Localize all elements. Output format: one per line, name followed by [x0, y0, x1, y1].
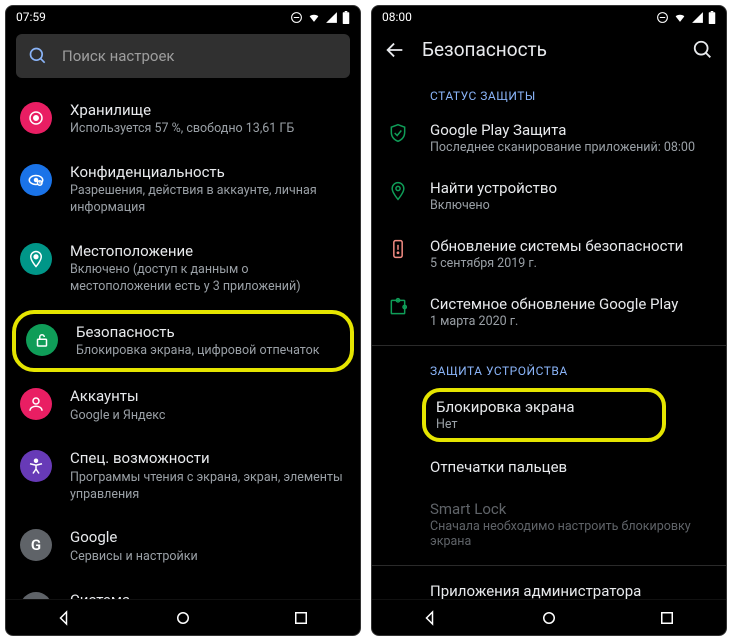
pin-icon — [20, 243, 52, 275]
battery-icon — [342, 11, 350, 24]
screen-header: Безопасность — [372, 28, 726, 75]
nav-back-icon[interactable] — [422, 609, 440, 627]
lock-icon — [26, 324, 58, 356]
settings-list[interactable]: Хранилище Используется 57 %, свободно 13… — [6, 88, 360, 599]
status-icons — [290, 11, 350, 24]
section-device: ЗАЩИТА УСТРОЙСТВА — [372, 350, 726, 384]
settings-row-6[interactable]: G Google Сервисы и настройки — [6, 515, 360, 577]
settings-row-3[interactable]: Безопасность Блокировка экрана, цифровой… — [26, 322, 342, 360]
disc-icon — [20, 102, 52, 134]
nav-home-icon[interactable] — [540, 609, 558, 627]
row-sub: 1 марта 2020 г. — [430, 314, 712, 329]
search-icon[interactable] — [692, 39, 714, 61]
row-screen-lock[interactable]: Блокировка экрана Нет — [436, 398, 652, 432]
clock: 07:59 — [16, 10, 46, 24]
highlight-security: Безопасность Блокировка экрана, цифровой… — [12, 310, 354, 372]
settings-row-7[interactable]: Система Языки, время, жесты, резервное к… — [6, 578, 360, 600]
row-title: Спец. возможности — [70, 448, 346, 468]
row-sub: Сервисы и настройки — [70, 549, 346, 566]
row-title: Местоположение — [70, 241, 346, 261]
nav-bar — [6, 599, 360, 635]
row-title: Отпечатки пальцев — [430, 458, 712, 476]
search-icon — [28, 46, 48, 66]
eye-icon — [20, 164, 52, 196]
row-sub: Сначала необходимо настроить блокировку … — [430, 519, 712, 549]
row-title: Хранилище — [70, 100, 346, 120]
dnd-icon — [290, 11, 303, 24]
pin-ok-icon — [388, 181, 408, 201]
row-title: Приложения администратора устройства — [430, 582, 712, 599]
row-sub: Разрешения, действия в аккаунте, личная … — [70, 183, 346, 217]
security-row-3[interactable]: Системное обновление Google Play 1 марта… — [372, 283, 726, 341]
nav-recent-icon[interactable] — [658, 609, 676, 627]
settings-row-2[interactable]: Местоположение Включено (доступ к данным… — [6, 229, 360, 308]
wifi-icon — [307, 11, 321, 24]
row-title: Системное обновление Google Play — [430, 295, 712, 313]
phone-warn-icon — [388, 239, 408, 259]
divider — [372, 345, 726, 346]
row-sub: Включено (доступ к данным о местоположен… — [70, 262, 346, 296]
row-title: Найти устройство — [430, 179, 712, 197]
row-device-admin[interactable]: Приложения администратора устройства — [372, 570, 726, 599]
nav-home-icon[interactable] — [174, 609, 192, 627]
row-title: Блокировка экрана — [436, 398, 652, 416]
row-sub: Программы чтения с экрана, экран, элемен… — [70, 470, 346, 504]
row-sub: 5 сентября 2019 г. — [430, 256, 712, 271]
search-placeholder: Поиск настроек — [62, 47, 175, 65]
row-title: Система — [70, 590, 346, 600]
row-smart-lock: Smart Lock Сначала необходимо настроить … — [372, 488, 726, 561]
info-icon — [20, 592, 52, 600]
nav-bar — [372, 599, 726, 635]
settings-row-1[interactable]: Конфиденциальность Разрешения, действия … — [6, 150, 360, 229]
page-title: Безопасность — [422, 38, 676, 61]
security-row-1[interactable]: Найти устройство Включено — [372, 167, 726, 225]
row-title: Smart Lock — [430, 500, 712, 518]
highlight-screen-lock: Блокировка экрана Нет — [422, 388, 666, 442]
search-settings[interactable]: Поиск настроек — [16, 34, 350, 78]
settings-row-5[interactable]: Спец. возможности Программы чтения с экр… — [6, 436, 360, 515]
row-title: Google — [70, 527, 346, 547]
status-icons — [656, 11, 716, 24]
signal-icon — [691, 11, 704, 24]
shield-ok-icon — [388, 123, 408, 143]
wifi-icon — [673, 11, 687, 24]
back-icon[interactable] — [384, 39, 406, 61]
clock: 08:00 — [382, 10, 412, 24]
puzzle-ok-icon — [388, 297, 408, 317]
row-title: Google Play Защита — [430, 121, 712, 139]
g-icon: G — [20, 529, 52, 561]
signal-icon — [325, 11, 338, 24]
dnd-icon — [656, 11, 669, 24]
row-sub: Блокировка экрана, цифровой отпечаток — [76, 343, 342, 360]
row-sub: Используется 57 %, свободно 13,61 ГБ — [70, 121, 346, 138]
status-bar: 07:59 — [6, 6, 360, 28]
section-status: СТАТУС ЗАЩИТЫ — [372, 75, 726, 109]
row-sub: Нет — [436, 417, 652, 432]
nav-recent-icon[interactable] — [292, 609, 310, 627]
row-title: Безопасность — [76, 322, 342, 342]
row-sub: Последнее сканирование приложений: 08:00 — [430, 140, 712, 155]
security-row-2[interactable]: Обновление системы безопасности 5 сентяб… — [372, 225, 726, 283]
a11y-icon — [20, 450, 52, 482]
row-title: Конфиденциальность — [70, 162, 346, 182]
user-icon — [20, 388, 52, 420]
security-list[interactable]: СТАТУС ЗАЩИТЫ Google Play Защита Последн… — [372, 75, 726, 599]
settings-row-4[interactable]: Аккаунты Google и Яндекс — [6, 374, 360, 436]
nav-back-icon[interactable] — [56, 609, 74, 627]
security-screen: 08:00 Безопасность СТАТУС ЗАЩИТЫ Google … — [371, 5, 727, 636]
security-row-0[interactable]: Google Play Защита Последнее сканировани… — [372, 109, 726, 167]
settings-row-0[interactable]: Хранилище Используется 57 %, свободно 13… — [6, 88, 360, 150]
row-sub: Включено — [430, 198, 712, 213]
row-fingerprints[interactable]: Отпечатки пальцев — [372, 446, 726, 488]
row-sub: Google и Яндекс — [70, 408, 346, 425]
settings-main-screen: 07:59 Поиск настроек Хранилище Используе… — [5, 5, 361, 636]
divider — [372, 565, 726, 566]
battery-icon — [708, 11, 716, 24]
row-title: Обновление системы безопасности — [430, 237, 712, 255]
status-bar: 08:00 — [372, 6, 726, 28]
row-title: Аккаунты — [70, 386, 346, 406]
